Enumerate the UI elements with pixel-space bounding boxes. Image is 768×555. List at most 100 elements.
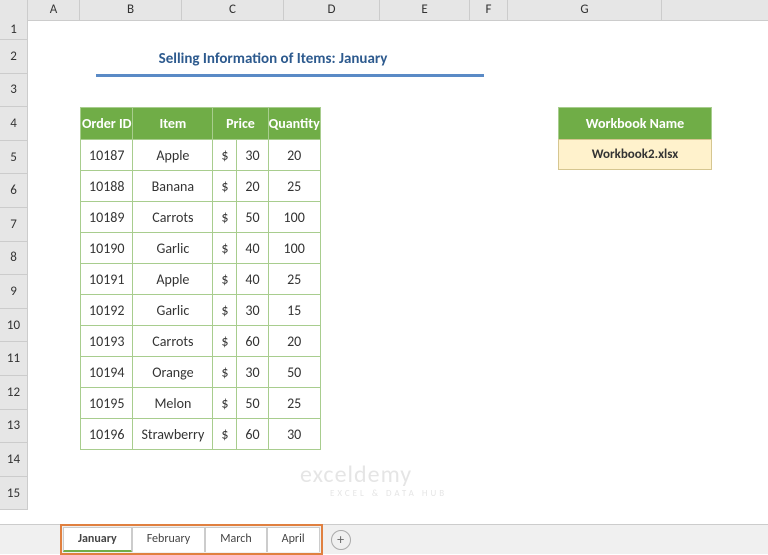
header-item[interactable]: Item	[133, 108, 213, 140]
cell-price-symbol[interactable]: $	[213, 357, 237, 388]
cell-quantity[interactable]: 25	[268, 388, 320, 419]
row-header-6[interactable]: 6	[0, 174, 28, 208]
row-header-7[interactable]: 7	[0, 208, 28, 242]
cell-item[interactable]: Strawberry	[133, 419, 213, 450]
col-header-f[interactable]: F	[470, 0, 508, 20]
row-header-15[interactable]: 15	[0, 477, 28, 511]
cell-price-value[interactable]: 30	[237, 140, 268, 171]
cell-item[interactable]: Carrots	[133, 202, 213, 233]
sheet-tab-february[interactable]: February	[132, 527, 206, 552]
col-header-a[interactable]: A	[28, 0, 80, 20]
table-row: 10189 Carrots $ 50 100	[81, 202, 321, 233]
row-header-5[interactable]: 5	[0, 141, 28, 175]
watermark-sub: EXCEL & DATA HUB	[330, 488, 447, 499]
cell-order-id[interactable]: 10189	[81, 202, 133, 233]
sheet-tabs-bar: January February March April +	[0, 524, 768, 554]
cell-quantity[interactable]: 100	[268, 202, 320, 233]
cell-quantity[interactable]: 20	[268, 140, 320, 171]
cell-price-symbol[interactable]: $	[213, 171, 237, 202]
cell-item[interactable]: Orange	[133, 357, 213, 388]
sheet-tab-april[interactable]: April	[267, 527, 320, 552]
column-headers: A B C D E F G	[0, 0, 768, 21]
table-row: 10191 Apple $ 40 25	[81, 264, 321, 295]
cell-order-id[interactable]: 10193	[81, 326, 133, 357]
row-header-4[interactable]: 4	[0, 107, 28, 141]
cell-quantity[interactable]: 25	[268, 171, 320, 202]
cell-item[interactable]: Banana	[133, 171, 213, 202]
cell-item[interactable]: Apple	[133, 264, 213, 295]
cell-item[interactable]: Garlic	[133, 295, 213, 326]
cell-price-value[interactable]: 60	[237, 419, 268, 450]
workbook-name-header[interactable]: Workbook Name	[558, 107, 712, 140]
cell-price-value[interactable]: 40	[237, 233, 268, 264]
cell-order-id[interactable]: 10191	[81, 264, 133, 295]
cell-price-value[interactable]: 30	[237, 357, 268, 388]
cell-price-value[interactable]: 50	[237, 388, 268, 419]
cell-price-symbol[interactable]: $	[213, 326, 237, 357]
cell-price-value[interactable]: 50	[237, 202, 268, 233]
cell-order-id[interactable]: 10188	[81, 171, 133, 202]
cell-price-value[interactable]: 40	[237, 264, 268, 295]
cell-quantity[interactable]: 30	[268, 419, 320, 450]
cell-price-symbol[interactable]: $	[213, 388, 237, 419]
cell-quantity[interactable]: 25	[268, 264, 320, 295]
header-price[interactable]: Price	[213, 108, 268, 140]
cell-price-symbol[interactable]: $	[213, 264, 237, 295]
table-row: 10195 Melon $ 50 25	[81, 388, 321, 419]
table-row: 10188 Banana $ 20 25	[81, 171, 321, 202]
table-header-row: Order ID Item Price Quantity	[81, 108, 321, 140]
cell-price-symbol[interactable]: $	[213, 419, 237, 450]
row-header-2[interactable]: 2	[0, 40, 28, 74]
page-title[interactable]: Selling Information of Items: January	[103, 50, 443, 68]
cell-price-value[interactable]: 60	[237, 326, 268, 357]
header-quantity[interactable]: Quantity	[268, 108, 320, 140]
cell-price-symbol[interactable]: $	[213, 140, 237, 171]
cell-order-id[interactable]: 10190	[81, 233, 133, 264]
header-order-id[interactable]: Order ID	[81, 108, 133, 140]
row-header-10[interactable]: 10	[0, 309, 28, 343]
col-header-d[interactable]: D	[284, 0, 380, 20]
row-header-12[interactable]: 12	[0, 376, 28, 410]
cell-order-id[interactable]: 10195	[81, 388, 133, 419]
sheet-tab-january[interactable]: January	[63, 527, 132, 552]
row-header-3[interactable]: 3	[0, 74, 28, 108]
row-header-11[interactable]: 11	[0, 342, 28, 376]
table-row: 10196 Strawberry $ 60 30	[81, 419, 321, 450]
cell-price-value[interactable]: 20	[237, 171, 268, 202]
table-row: 10194 Orange $ 30 50	[81, 357, 321, 388]
col-header-g[interactable]: G	[508, 0, 662, 20]
workbook-name-value[interactable]: Workbook2.xlsx	[558, 139, 712, 170]
row-header-1[interactable]: 1	[0, 20, 28, 40]
row-header-8[interactable]: 8	[0, 242, 28, 276]
cell-order-id[interactable]: 10196	[81, 419, 133, 450]
row-headers: 1 2 3 4 5 6 7 8 9 10 11 12 13 14 15	[0, 20, 28, 510]
col-header-c[interactable]: C	[182, 0, 284, 20]
table-row: 10190 Garlic $ 40 100	[81, 233, 321, 264]
cell-item[interactable]: Garlic	[133, 233, 213, 264]
row-header-13[interactable]: 13	[0, 410, 28, 444]
cell-order-id[interactable]: 10187	[81, 140, 133, 171]
sheet-tab-march[interactable]: March	[205, 527, 266, 552]
cell-price-value[interactable]: 30	[237, 295, 268, 326]
cell-price-symbol[interactable]: $	[213, 202, 237, 233]
col-header-b[interactable]: B	[80, 0, 182, 20]
cell-item[interactable]: Carrots	[133, 326, 213, 357]
col-header-e[interactable]: E	[380, 0, 470, 20]
cell-item[interactable]: Apple	[133, 140, 213, 171]
cell-quantity[interactable]: 50	[268, 357, 320, 388]
row-header-9[interactable]: 9	[0, 275, 28, 309]
cell-item[interactable]: Melon	[133, 388, 213, 419]
cell-order-id[interactable]: 10192	[81, 295, 133, 326]
tabs-highlight-box: January February March April	[60, 524, 323, 555]
select-all-corner[interactable]	[0, 0, 28, 20]
cell-price-symbol[interactable]: $	[213, 295, 237, 326]
cell-quantity[interactable]: 20	[268, 326, 320, 357]
new-sheet-button[interactable]: +	[331, 530, 351, 550]
row-header-14[interactable]: 14	[0, 443, 28, 477]
cell-quantity[interactable]: 100	[268, 233, 320, 264]
spreadsheet-grid[interactable]: A B C D E F G 1 2 3 4 5 6 7 8 9 10 11 12…	[0, 0, 768, 524]
table-row: 10193 Carrots $ 60 20	[81, 326, 321, 357]
cell-price-symbol[interactable]: $	[213, 233, 237, 264]
cell-order-id[interactable]: 10194	[81, 357, 133, 388]
cell-quantity[interactable]: 15	[268, 295, 320, 326]
